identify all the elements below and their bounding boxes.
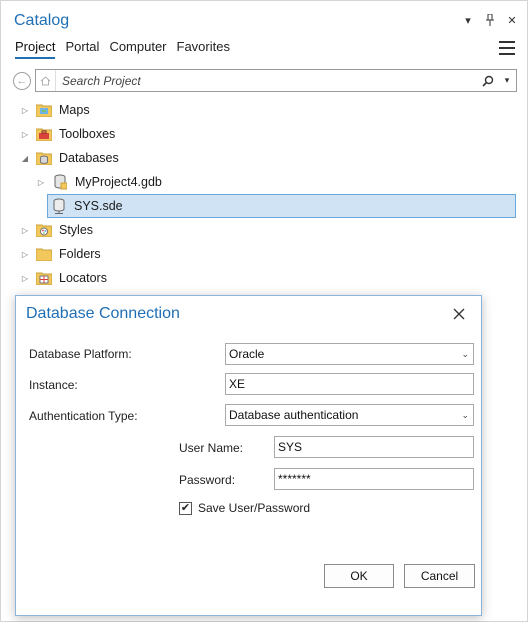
tree-item-label: Maps — [59, 103, 90, 117]
folders-folder-icon — [35, 246, 53, 262]
tree-item-toolboxes[interactable]: ▷ Toolboxes — [19, 123, 115, 145]
close-icon[interactable]: ✕ — [505, 13, 519, 27]
maps-folder-icon — [35, 102, 53, 118]
tree-item-maps[interactable]: ▷ Maps — [19, 99, 90, 121]
database-connection-dialog: Database Connection Database Platform: O… — [15, 295, 482, 616]
auth-label: Authentication Type: — [29, 409, 138, 423]
tree-item-label: SYS.sde — [74, 199, 123, 213]
password-label: Password: — [179, 473, 236, 487]
tree-item-databases[interactable]: ◢ Databases — [19, 147, 119, 169]
password-value: ******* — [278, 472, 311, 486]
chevron-down-icon: ⌄ — [461, 409, 469, 420]
instance-field[interactable]: XE — [225, 373, 474, 395]
tree-item-label: Folders — [59, 247, 101, 261]
username-field[interactable]: SYS — [274, 436, 474, 458]
locators-folder-icon — [35, 270, 53, 286]
auth-select[interactable]: Database authentication ⌄ — [225, 404, 474, 426]
pane-controls: ▾ ✕ — [461, 13, 519, 27]
pin-icon[interactable] — [483, 13, 497, 27]
auth-value: Database authentication — [229, 408, 359, 422]
save-credentials-checkbox[interactable]: ✔ Save User/Password — [179, 501, 310, 515]
tree-item-styles[interactable]: ▷ Styles — [19, 219, 93, 241]
geodatabase-icon — [51, 174, 69, 190]
cancel-button[interactable]: Cancel — [404, 564, 475, 588]
close-icon[interactable] — [451, 306, 467, 322]
expand-arrow-icon[interactable]: ▷ — [19, 250, 31, 259]
home-icon[interactable] — [36, 70, 56, 91]
tab-portal[interactable]: Portal — [65, 39, 99, 59]
pane-options-icon[interactable]: ▾ — [461, 13, 475, 27]
ok-button[interactable]: OK — [324, 564, 394, 588]
tab-favorites[interactable]: Favorites — [177, 39, 230, 59]
catalog-title: Catalog — [14, 12, 70, 29]
tab-project[interactable]: Project — [15, 39, 56, 59]
sde-connection-icon — [50, 198, 68, 214]
back-arrow-icon[interactable]: ← — [13, 71, 31, 90]
search-input[interactable] — [56, 70, 478, 91]
expand-arrow-icon[interactable]: ▷ — [19, 226, 31, 235]
tree-item-locators[interactable]: ▷ Locators — [19, 267, 107, 289]
toolboxes-folder-icon — [35, 126, 53, 142]
search-box: ▾ — [35, 69, 517, 92]
collapse-arrow-icon[interactable]: ◢ — [19, 154, 31, 163]
tree-item-sys-sde[interactable]: SYS.sde — [47, 194, 516, 218]
databases-folder-icon — [35, 150, 53, 166]
search-icon[interactable] — [478, 75, 498, 87]
styles-folder-icon — [35, 222, 53, 238]
tree-item-myproject4-gdb[interactable]: ▷ MyProject4.gdb — [35, 171, 162, 193]
password-field[interactable]: ******* — [274, 468, 474, 490]
instance-value: XE — [229, 377, 246, 391]
catalog-tabs: Project Portal Computer Favorites — [15, 39, 230, 59]
expand-arrow-icon[interactable]: ▷ — [35, 178, 47, 187]
expand-arrow-icon[interactable]: ▷ — [19, 130, 31, 139]
expand-arrow-icon[interactable]: ▷ — [19, 106, 31, 115]
tree-item-label: Styles — [59, 223, 94, 237]
username-value: SYS — [278, 440, 303, 454]
tree-item-label: Toolboxes — [59, 127, 116, 141]
chevron-down-icon: ⌄ — [461, 348, 469, 359]
checkmark-icon[interactable]: ✔ — [179, 501, 192, 515]
tree-item-folders[interactable]: ▷ Folders — [19, 243, 101, 265]
username-label: User Name: — [179, 441, 244, 455]
search-row: ← ▾ — [13, 69, 517, 92]
save-credentials-label: Save User/Password — [198, 501, 311, 515]
tree-item-label: Locators — [59, 271, 107, 285]
platform-value: Oracle — [229, 347, 265, 361]
expand-arrow-icon[interactable]: ▷ — [19, 274, 31, 283]
dialog-title: Database Connection — [26, 305, 180, 322]
menu-icon[interactable] — [499, 41, 515, 55]
search-dropdown-icon[interactable]: ▾ — [498, 75, 516, 86]
platform-select[interactable]: Oracle ⌄ — [225, 343, 474, 365]
tree-item-label: MyProject4.gdb — [75, 175, 162, 189]
platform-label: Database Platform: — [29, 347, 132, 361]
tree-item-label: Databases — [59, 151, 119, 165]
tab-computer[interactable]: Computer — [109, 39, 166, 59]
instance-label: Instance: — [29, 378, 78, 392]
